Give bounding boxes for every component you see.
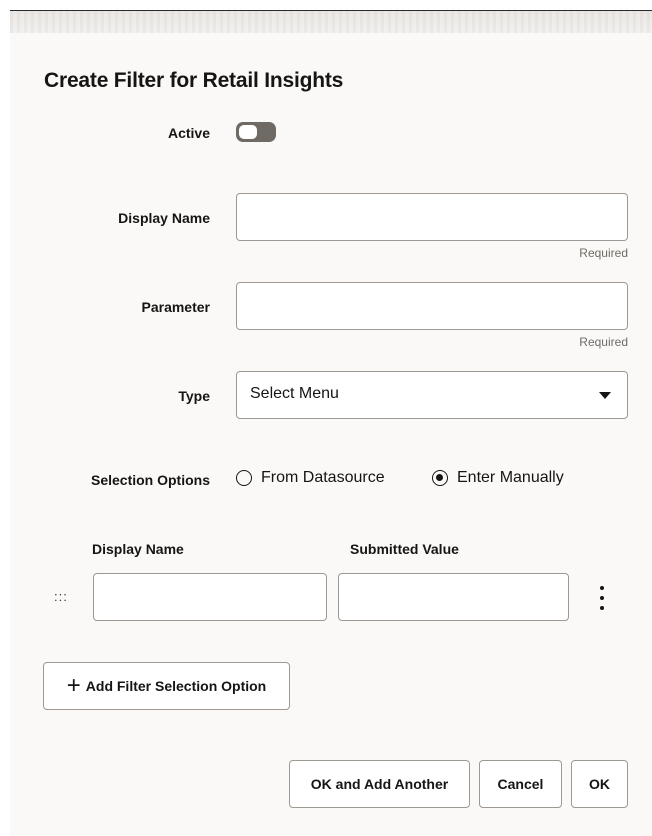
active-toggle[interactable] xyxy=(236,122,276,142)
ok-and-add-another-button[interactable]: OK and Add Another xyxy=(289,760,470,808)
radio-from-datasource[interactable]: From Datasource xyxy=(236,469,385,487)
option-display-name-input[interactable] xyxy=(93,573,327,621)
add-filter-selection-option-button[interactable]: + Add Filter Selection Option xyxy=(43,662,290,710)
caret-down-icon xyxy=(599,392,611,399)
col-submitted-value: Submitted Value xyxy=(350,541,459,557)
display-name-helper: Required xyxy=(579,246,628,260)
option-submitted-value-input[interactable] xyxy=(338,573,569,621)
radio-checked-icon xyxy=(432,470,448,486)
selection-options-label: Selection Options xyxy=(90,472,210,488)
toggle-switch-icon xyxy=(239,125,257,139)
cancel-button[interactable]: Cancel xyxy=(479,760,562,808)
parameter-label: Parameter xyxy=(141,299,211,315)
radio-from-datasource-label: From Datasource xyxy=(261,469,385,486)
active-label: Active xyxy=(167,125,210,141)
display-name-input[interactable] xyxy=(236,193,628,241)
kebab-dot xyxy=(600,606,604,610)
display-name-label: Display Name xyxy=(118,210,210,226)
parameter-helper: Required xyxy=(579,335,628,349)
type-label: Type xyxy=(178,388,210,404)
radio-unchecked-icon xyxy=(236,470,252,486)
add-option-label: Add Filter Selection Option xyxy=(85,678,267,694)
drag-handle-icon[interactable]: ::: xyxy=(54,589,68,604)
col-display-name: Display Name xyxy=(92,541,184,557)
kebab-dot xyxy=(600,586,604,590)
plus-icon: + xyxy=(66,672,81,699)
header-texture xyxy=(10,11,652,33)
parameter-input[interactable] xyxy=(236,282,628,330)
radio-enter-manually-label: Enter Manually xyxy=(457,469,564,486)
create-filter-dialog: Create Filter for Retail Insights Active… xyxy=(10,10,652,836)
type-select-value: Select Menu xyxy=(250,385,339,402)
type-select[interactable]: Select Menu xyxy=(236,371,628,419)
ok-button[interactable]: OK xyxy=(571,760,628,808)
radio-enter-manually[interactable]: Enter Manually xyxy=(432,469,564,487)
more-vertical-icon[interactable] xyxy=(600,586,604,610)
kebab-dot xyxy=(600,596,604,600)
dialog-title: Create Filter for Retail Insights xyxy=(44,69,344,92)
